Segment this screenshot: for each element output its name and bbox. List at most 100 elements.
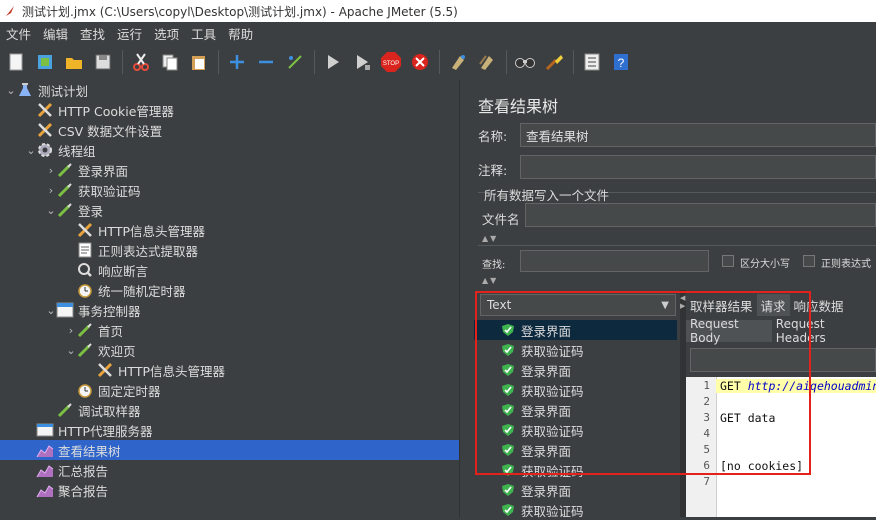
menu-item[interactable]: 查找 xyxy=(74,24,111,43)
detail-search-field[interactable] xyxy=(690,348,876,372)
detail-tab[interactable]: 取样器结果 xyxy=(686,294,757,316)
start-icon[interactable] xyxy=(321,50,345,74)
tree-item[interactable]: 固定定时器 xyxy=(0,380,459,400)
result-list-item[interactable]: 获取验证码 xyxy=(474,380,677,400)
tree-item[interactable]: › 获取验证码 xyxy=(0,180,459,200)
chevron-down-icon[interactable]: ⌄ xyxy=(6,84,16,97)
success-shield-icon xyxy=(502,364,514,376)
menu-item[interactable]: 选项 xyxy=(148,24,185,43)
menu-item[interactable]: 帮助 xyxy=(222,24,259,43)
collapse-icon[interactable] xyxy=(254,50,278,74)
tree-item-label: 欢迎页 xyxy=(98,343,136,359)
shutdown-icon[interactable] xyxy=(408,50,432,74)
collapse-arrows[interactable]: ▲▼ xyxy=(482,276,498,285)
search-icon[interactable] xyxy=(513,50,537,74)
templates-icon[interactable] xyxy=(33,50,57,74)
search-field[interactable] xyxy=(520,250,709,272)
tree-item[interactable]: › 首页 xyxy=(0,320,459,340)
success-shield-icon xyxy=(502,324,514,336)
proxy-icon xyxy=(36,421,54,439)
toolbar-separator xyxy=(439,50,440,74)
tree-item[interactable]: 调试取样器 xyxy=(0,400,459,420)
result-list-item[interactable]: 登录界面 xyxy=(474,440,677,460)
menu-item[interactable]: 编辑 xyxy=(37,24,74,43)
start-no-pause-icon[interactable] xyxy=(350,50,374,74)
clear-all-icon[interactable] xyxy=(475,50,499,74)
collapse-arrows[interactable]: ▲▼ xyxy=(482,234,498,243)
tree-item[interactable]: 响应断言 xyxy=(0,260,459,280)
result-list-item[interactable]: 登录界面 xyxy=(474,320,677,340)
paste-icon[interactable] xyxy=(187,50,211,74)
tree-item[interactable]: 统一随机定时器 xyxy=(0,280,459,300)
result-list-item[interactable]: 登录界面 xyxy=(474,480,677,500)
new-icon[interactable] xyxy=(4,50,28,74)
tree-item[interactable]: 汇总报告 xyxy=(0,460,459,480)
tree-item[interactable]: 查看结果树 xyxy=(0,440,459,460)
tree-item[interactable]: ⌄ 测试计划 xyxy=(0,80,459,100)
clear-icon[interactable] xyxy=(446,50,470,74)
function-helper-icon[interactable] xyxy=(580,50,604,74)
request-url: http://aiqehouadmin xyxy=(747,379,876,393)
cut-icon[interactable] xyxy=(129,50,153,74)
tree-item[interactable]: ⌄ 事务控制器 xyxy=(0,300,459,320)
save-icon[interactable] xyxy=(91,50,115,74)
split-pane-divider[interactable] xyxy=(459,80,466,517)
tree-item[interactable]: HTTP代理服务器 xyxy=(0,420,459,440)
result-list-item[interactable]: 获取验证码 xyxy=(474,500,677,520)
reset-search-icon[interactable] xyxy=(542,50,566,74)
filename-field[interactable] xyxy=(525,203,876,227)
request-method: GET xyxy=(720,379,748,393)
tree-item-label: HTTP信息头管理器 xyxy=(98,223,205,239)
stop-icon[interactable]: STOP xyxy=(379,50,403,74)
toggle-icon[interactable] xyxy=(283,50,307,74)
toolbar-separator xyxy=(506,50,507,74)
copy-icon[interactable] xyxy=(158,50,182,74)
tree-item[interactable]: HTTP Cookie管理器 xyxy=(0,100,459,120)
tree-item[interactable]: ⌄ 线程组 xyxy=(0,140,459,160)
help-icon[interactable]: ? xyxy=(609,50,633,74)
case-sensitive-label: 区分大小写 xyxy=(740,259,790,270)
svg-text:?: ? xyxy=(618,56,625,70)
renderer-select[interactable]: Text ▼ xyxy=(480,294,676,316)
chevron-down-icon[interactable]: ⌄ xyxy=(66,344,76,357)
tree-item[interactable]: › 登录界面 xyxy=(0,160,459,180)
tree-item[interactable]: HTTP信息头管理器 xyxy=(0,360,459,380)
menu-item[interactable]: 文件 xyxy=(0,24,37,43)
request-text-area[interactable]: 1 GET http://aiqehouadmin 2 3 GET data 4 5 6 [no… xyxy=(686,377,876,517)
tree-item[interactable]: 聚合报告 xyxy=(0,480,459,500)
open-icon[interactable] xyxy=(62,50,86,74)
request-sub-tab[interactable]: Request Body xyxy=(686,317,772,345)
menu-item[interactable]: 工具 xyxy=(185,24,222,43)
chevron-right-icon[interactable]: › xyxy=(46,184,56,197)
chevron-right-icon[interactable]: › xyxy=(46,164,56,177)
result-list-item[interactable]: 获取验证码 xyxy=(474,340,677,360)
toolbar-separator xyxy=(314,50,315,74)
line-number: 7 xyxy=(703,475,710,488)
detail-tab[interactable]: 响应数据 xyxy=(790,294,848,316)
regex-checkbox[interactable] xyxy=(803,255,815,267)
tree-item[interactable]: ⌄ 欢迎页 xyxy=(0,340,459,360)
result-list-item[interactable]: 获取验证码 xyxy=(474,420,677,440)
chevron-right-icon[interactable]: › xyxy=(66,324,76,337)
result-list-item[interactable]: 登录界面 xyxy=(474,400,677,420)
tree-item[interactable]: ⌄ 登录 xyxy=(0,200,459,220)
controller-icon xyxy=(56,301,74,319)
tree-item[interactable]: 正则表达式提取器 xyxy=(0,240,459,260)
case-sensitive-checkbox[interactable] xyxy=(722,255,734,267)
expand-icon[interactable] xyxy=(225,50,249,74)
line-number: 5 xyxy=(703,443,710,456)
menu-item[interactable]: 运行 xyxy=(111,24,148,43)
chevron-down-icon[interactable]: ⌄ xyxy=(26,144,36,157)
name-field[interactable]: 查看结果树 xyxy=(520,123,876,147)
result-list-item[interactable]: 登录界面 xyxy=(474,360,677,380)
tree-item-label: 获取验证码 xyxy=(78,183,141,199)
chevron-down-icon[interactable]: ⌄ xyxy=(46,304,56,317)
request-sub-tab[interactable]: Request Headers xyxy=(772,317,876,345)
tree-item[interactable]: HTTP信息头管理器 xyxy=(0,220,459,240)
chevron-down-icon[interactable]: ⌄ xyxy=(46,204,56,217)
tree-item[interactable]: CSV 数据文件设置 xyxy=(0,120,459,140)
result-list-item[interactable]: 获取验证码 xyxy=(474,460,677,480)
detail-tab[interactable]: 请求 xyxy=(756,294,790,316)
comment-field[interactable] xyxy=(520,155,876,179)
